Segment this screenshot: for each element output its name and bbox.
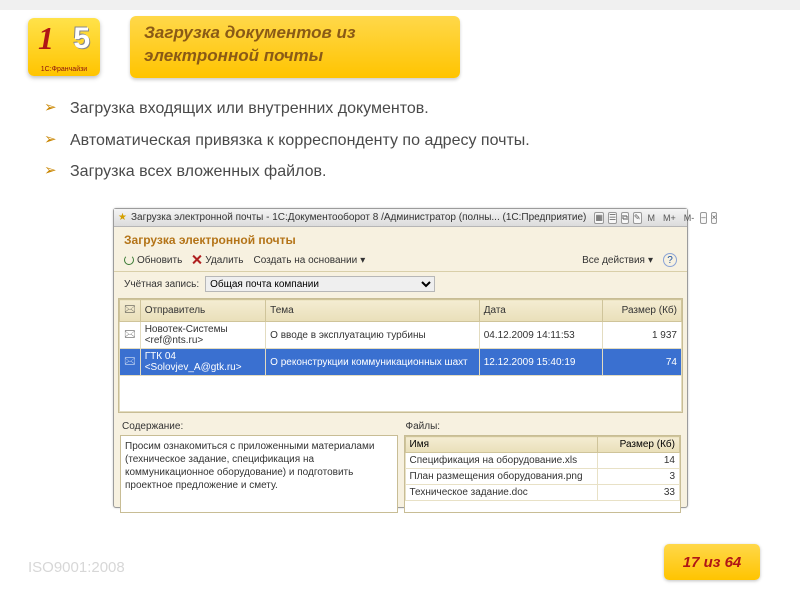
page-number-badge: 17 из 64 (664, 544, 760, 580)
bullet-item: Автоматическая привязка к корреспонденту… (44, 130, 770, 152)
slide-title: Загрузка документов из электронной почты (144, 23, 356, 65)
logo: 15 1С:Франчайзи (28, 18, 100, 76)
messages-grid[interactable]: 🖂 Отправитель Тема Дата Размер (Кб) 🖂 Но… (118, 298, 683, 413)
bullet-item: Загрузка входящих или внутренних докумен… (44, 98, 770, 120)
table-row[interactable]: Техническое задание.doc33 (405, 485, 680, 501)
table-row[interactable]: 🖂 Новотек-Системы <ref@nts.ru> О вводе в… (120, 322, 682, 349)
bullet-item: Загрузка всех вложенных файлов. (44, 161, 770, 183)
app-window: ★ Загрузка электронной почты - 1С:Докуме… (113, 208, 688, 508)
refresh-icon (124, 255, 134, 265)
iso-label: ISO9001:2008 (28, 559, 125, 576)
content-label: Содержание: (122, 421, 396, 432)
attach-icon: 🖂 (120, 349, 141, 376)
col-file-name[interactable]: Имя (405, 437, 597, 453)
files-grid[interactable]: Имя Размер (Кб) Спецификация на оборудов… (404, 435, 682, 513)
close-icon[interactable]: × (711, 212, 718, 224)
table-row[interactable]: План размещения оборудования.png3 (405, 469, 680, 485)
content-textarea[interactable]: Просим ознакомиться с приложенными матер… (120, 435, 398, 513)
chevron-down-icon: ▾ (648, 255, 653, 266)
account-label: Учётная запись: (124, 279, 199, 290)
col-attach[interactable]: 🖂 (120, 300, 141, 322)
window-title-text: Загрузка электронной почты - 1С:Документ… (131, 212, 586, 223)
toolbar-icon[interactable]: ▦ (594, 212, 604, 224)
toolbar-icon[interactable]: ⧉ (621, 212, 629, 224)
refresh-button[interactable]: Обновить (124, 255, 182, 266)
logo-subtitle: 1С:Франчайзи (28, 66, 100, 73)
attach-icon: 🖂 (120, 322, 141, 349)
col-date[interactable]: Дата (479, 300, 603, 322)
window-titlebar: ★ Загрузка электронной почты - 1С:Докуме… (114, 209, 687, 227)
files-label: Файлы: (406, 421, 680, 432)
col-file-size[interactable]: Размер (Кб) (597, 437, 679, 453)
delete-icon (192, 255, 202, 265)
col-size[interactable]: Размер (Кб) (603, 300, 682, 322)
delete-button[interactable]: Удалить (192, 255, 243, 266)
account-select[interactable]: Общая почта компании (205, 276, 435, 292)
mminus-button[interactable]: M- (682, 213, 697, 223)
section-title: Загрузка электронной почты (114, 227, 687, 251)
col-sender[interactable]: Отправитель (140, 300, 265, 322)
chevron-down-icon: ▾ (360, 255, 365, 266)
minimize-icon[interactable]: – (700, 212, 706, 224)
table-row[interactable]: Спецификация на оборудование.xls14 (405, 453, 680, 469)
slide-title-tab: Загрузка документов из электронной почты (130, 16, 460, 78)
all-actions-button[interactable]: Все действия ▾ (582, 255, 653, 266)
col-subject[interactable]: Тема (266, 300, 480, 322)
toolbar-icon[interactable]: ☰ (608, 212, 617, 224)
create-from-button[interactable]: Создать на основании ▾ (253, 255, 365, 266)
m-button[interactable]: M (646, 213, 658, 223)
toolbar: Обновить Удалить Создать на основании ▾ … (114, 251, 687, 272)
bullets-list: Загрузка входящих или внутренних докумен… (44, 98, 770, 193)
table-row[interactable]: 🖂 ГТК 04 <Solovjev_A@gtk.ru> О реконстру… (120, 349, 682, 376)
favorite-icon[interactable]: ★ (118, 212, 127, 223)
mplus-button[interactable]: M+ (661, 213, 678, 223)
help-button[interactable]: ? (663, 253, 677, 267)
toolbar-icon[interactable]: ✎ (633, 212, 642, 224)
